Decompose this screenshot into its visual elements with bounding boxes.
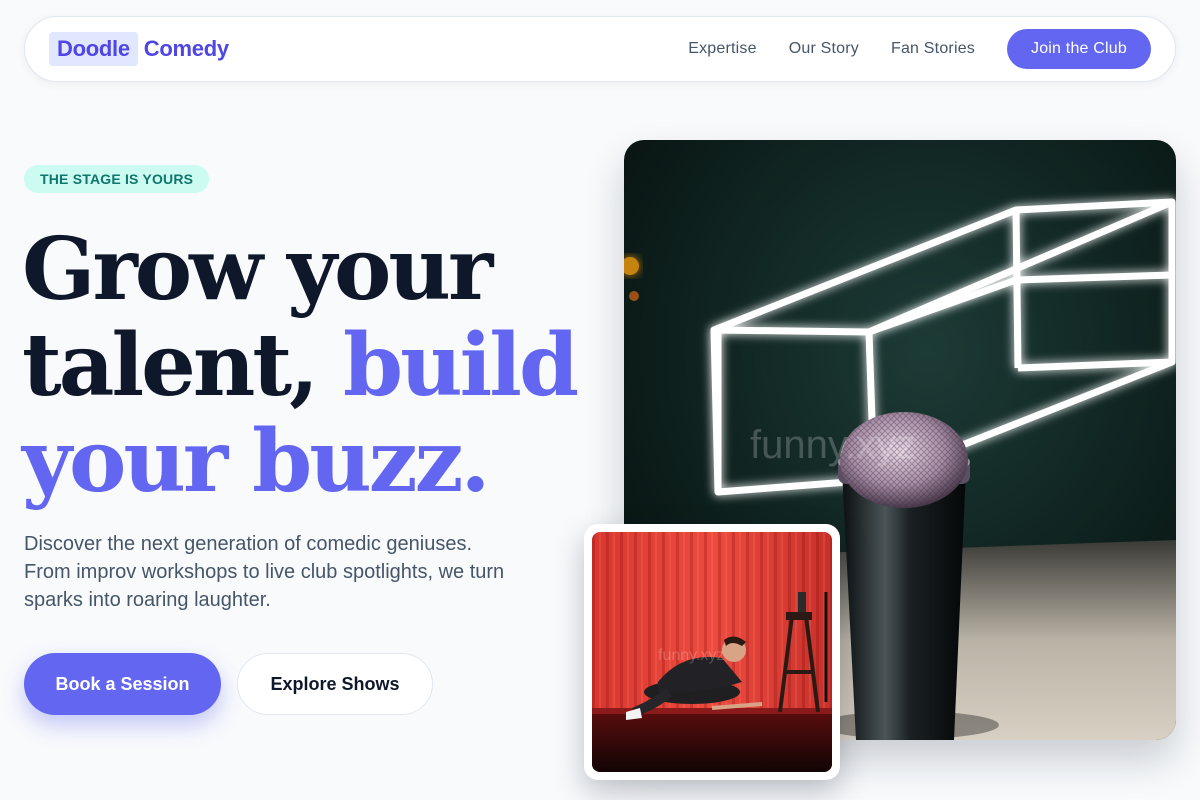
nav-link-our-story[interactable]: Our Story — [789, 40, 859, 58]
headline-line-1: Grow your — [22, 219, 493, 320]
nav-links: Expertise Our Story Fan Stories Join the… — [688, 29, 1151, 69]
nav-link-fan-stories[interactable]: Fan Stories — [891, 40, 975, 58]
inset-photo-comedian: funny.xyz — [592, 532, 832, 772]
hero-badge: THE STAGE IS YOURS — [24, 165, 210, 193]
headline-line-3-accent: your buzz. — [22, 411, 490, 512]
logo-text: Comedy — [143, 36, 229, 61]
hero-subtitle: Discover the next generation of comedic … — [24, 533, 505, 611]
inset-photo-watermark: funny.xyz — [658, 647, 724, 664]
logo-box-text: Doodle — [49, 32, 138, 66]
top-nav: Doodle Comedy Expertise Our Story Fan St… — [24, 16, 1176, 82]
headline-line-2-accent: build — [342, 315, 579, 416]
hero-headline: Grow your talent, build your buzz. — [22, 222, 602, 510]
main-photo-watermark: funny.xyz — [750, 423, 916, 467]
explore-shows-button[interactable]: Explore Shows — [237, 653, 433, 715]
inset-photo-frame: funny.xyz — [584, 524, 840, 780]
join-club-button[interactable]: Join the Club — [1007, 29, 1151, 69]
logo[interactable]: Doodle Comedy — [49, 32, 229, 66]
nav-link-expertise[interactable]: Expertise — [688, 40, 757, 58]
headline-line-2-plain: talent, — [22, 315, 343, 416]
book-session-button[interactable]: Book a Session — [24, 653, 221, 715]
